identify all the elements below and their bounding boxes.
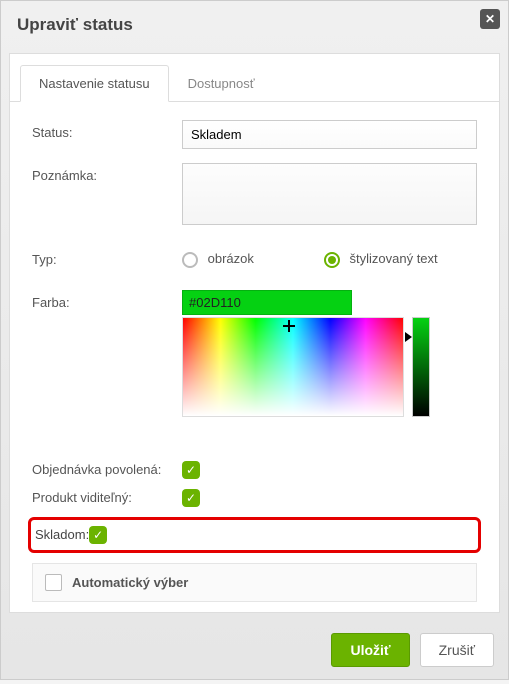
radio-icon <box>324 252 340 268</box>
order-allowed-checkbox[interactable]: ✓ <box>182 461 200 479</box>
row-color: Farba: #02D110 <box>32 290 477 417</box>
dialog-body: Nastavenie statusu Dostupnosť Status: Po… <box>9 53 500 613</box>
dialog-header: Upraviť status ✕ <box>1 1 508 45</box>
tab-settings[interactable]: Nastavenie statusu <box>20 65 169 102</box>
in-stock-checkbox[interactable]: ✓ <box>89 526 107 544</box>
in-stock-label: Skladom: <box>31 527 89 542</box>
product-visible-checkbox[interactable]: ✓ <box>182 489 200 507</box>
color-picker <box>182 317 477 417</box>
saturation-value-panel[interactable] <box>182 317 404 417</box>
auto-select-label: Automatický výber <box>72 575 188 590</box>
row-auto-select: Automatický výber <box>32 563 477 602</box>
edit-status-dialog: Upraviť status ✕ Nastavenie statusu Dost… <box>0 0 509 680</box>
row-type: Typ: obrázok štylizovaný text <box>32 247 477 268</box>
close-button[interactable]: ✕ <box>480 9 500 29</box>
note-label: Poznámka: <box>32 163 182 183</box>
close-icon: ✕ <box>485 12 495 26</box>
order-allowed-label: Objednávka povolená: <box>32 462 182 477</box>
type-label: Typ: <box>32 247 182 267</box>
form: Status: Poznámka: Typ: obrázok <box>10 102 499 602</box>
triangle-icon <box>405 332 412 342</box>
check-icon: ✓ <box>93 528 103 542</box>
product-visible-label: Produkt viditeľný: <box>32 490 182 505</box>
type-radio-group: obrázok štylizovaný text <box>182 247 477 268</box>
highlight-in-stock: Skladom: ✓ <box>28 517 481 553</box>
dialog-footer: Uložiť Zrušiť <box>1 621 508 679</box>
white-gradient <box>183 318 403 416</box>
dialog-title: Upraviť status <box>17 15 133 34</box>
tab-availability[interactable]: Dostupnosť <box>169 65 274 102</box>
row-note: Poznámka: <box>32 163 477 225</box>
note-textarea[interactable] <box>182 163 477 225</box>
save-button[interactable]: Uložiť <box>331 633 409 667</box>
color-label: Farba: <box>32 290 182 310</box>
color-hex-display[interactable]: #02D110 <box>182 290 352 315</box>
type-image-option[interactable]: obrázok <box>182 251 254 268</box>
status-label: Status: <box>32 120 182 140</box>
cancel-button[interactable]: Zrušiť <box>420 633 494 667</box>
row-product-visible: Produkt viditeľný: ✓ <box>32 489 477 507</box>
row-order-allowed: Objednávka povolená: ✓ <box>32 461 477 479</box>
type-styled-label: štylizovaný text <box>350 251 438 266</box>
tabs: Nastavenie statusu Dostupnosť <box>10 54 499 102</box>
type-image-label: obrázok <box>208 251 254 266</box>
radio-icon <box>182 252 198 268</box>
check-icon: ✓ <box>186 463 196 477</box>
type-styled-option[interactable]: štylizovaný text <box>324 251 438 268</box>
auto-select-checkbox[interactable] <box>45 574 62 591</box>
check-icon: ✓ <box>186 491 196 505</box>
status-input[interactable] <box>182 120 477 149</box>
row-status: Status: <box>32 120 477 149</box>
lightness-bar[interactable] <box>412 317 430 417</box>
